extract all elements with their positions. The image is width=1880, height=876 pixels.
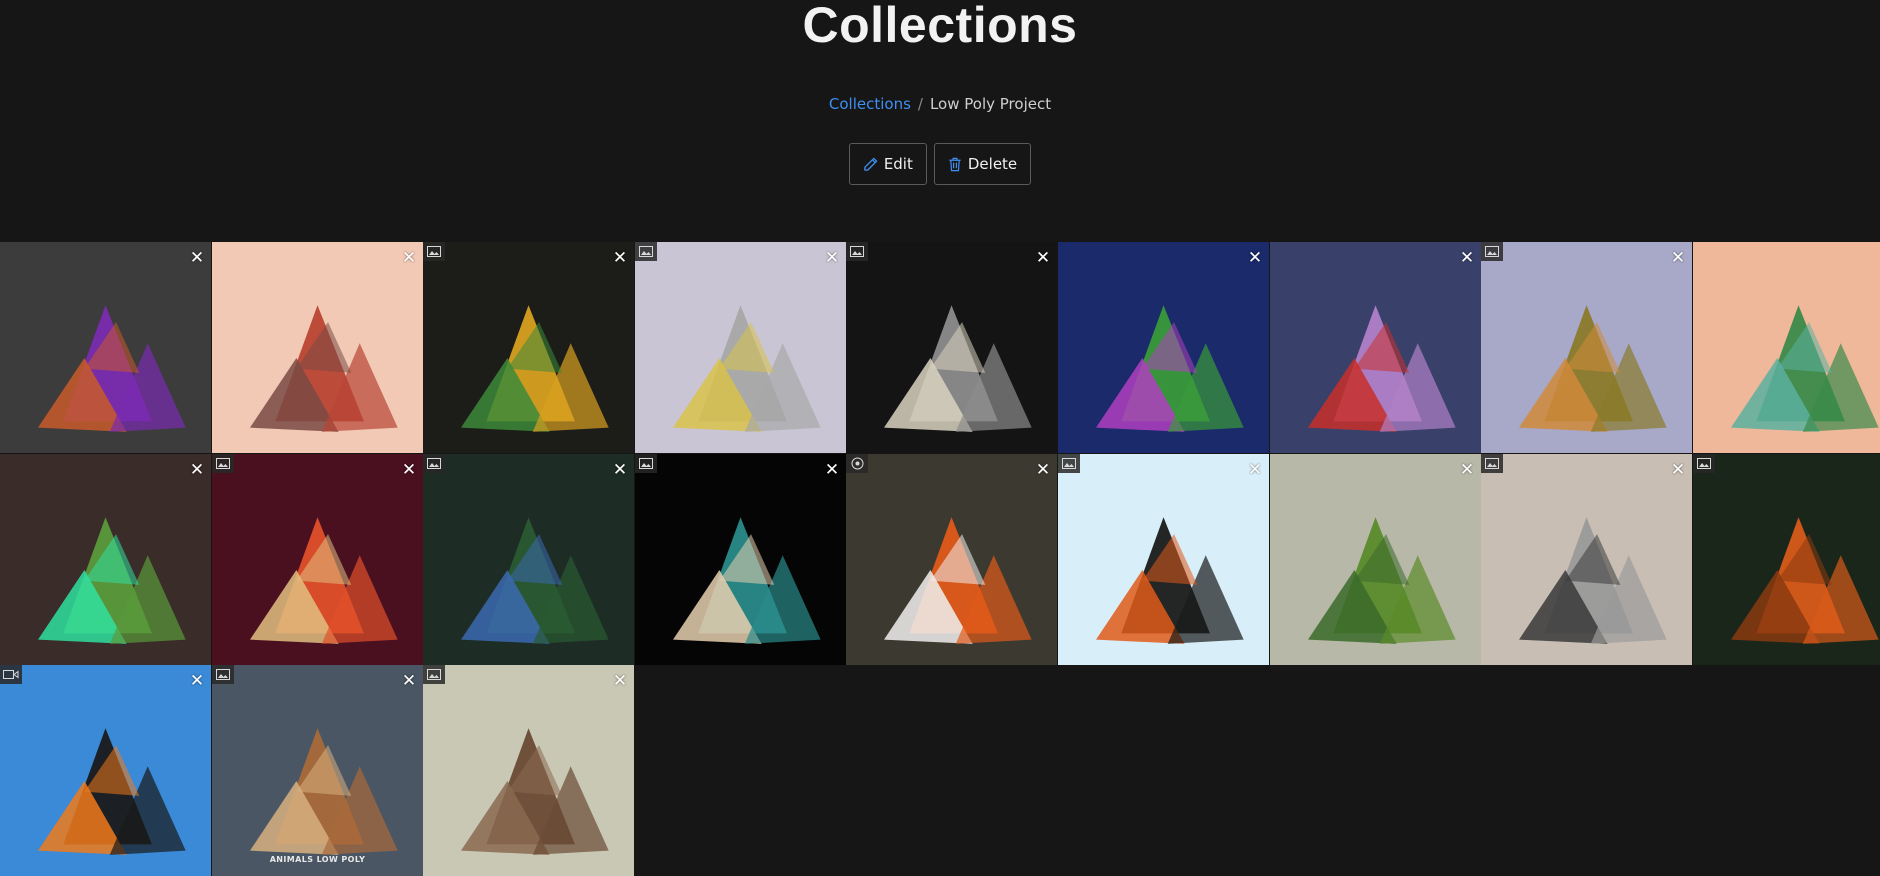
collection-item[interactable]: ✕ bbox=[0, 454, 211, 665]
image-icon bbox=[1481, 454, 1503, 473]
thumbnail-image bbox=[0, 665, 211, 876]
collection-item[interactable]: ✕ bbox=[846, 242, 1057, 453]
thumbnail-image bbox=[846, 242, 1057, 453]
collection-item[interactable]: ✕ bbox=[635, 454, 846, 665]
thumbnail-image bbox=[423, 242, 634, 453]
edit-button[interactable]: Edit bbox=[848, 143, 927, 185]
breadcrumb-current: Low Poly Project bbox=[929, 95, 1052, 113]
thumbnail-image bbox=[1058, 454, 1269, 665]
video-icon bbox=[0, 665, 22, 684]
thumbnail-image bbox=[1693, 242, 1880, 453]
collection-item[interactable]: ✕ bbox=[1058, 242, 1269, 453]
image-icon bbox=[423, 454, 445, 473]
delete-button-label: Delete bbox=[967, 155, 1018, 173]
collection-item[interactable]: ✕ bbox=[1693, 242, 1880, 453]
image-icon bbox=[1481, 242, 1503, 261]
trash-icon bbox=[948, 157, 962, 172]
thumbnail-image bbox=[423, 665, 634, 876]
image-icon bbox=[212, 454, 234, 473]
model-icon bbox=[846, 454, 868, 473]
close-icon[interactable]: ✕ bbox=[612, 250, 628, 267]
close-icon[interactable]: ✕ bbox=[189, 462, 205, 479]
image-icon bbox=[423, 665, 445, 684]
collection-item[interactable]: ✕ bbox=[212, 242, 423, 453]
collection-item[interactable]: ✕ bbox=[1481, 454, 1692, 665]
close-icon[interactable]: ✕ bbox=[1670, 462, 1686, 479]
image-icon bbox=[212, 665, 234, 684]
close-icon[interactable]: ✕ bbox=[612, 673, 628, 690]
collection-item[interactable]: ✕ bbox=[1270, 454, 1481, 665]
thumbnail-image bbox=[635, 454, 846, 665]
thumbnail-image bbox=[635, 242, 846, 453]
close-icon[interactable]: ✕ bbox=[1035, 462, 1051, 479]
delete-button[interactable]: Delete bbox=[933, 143, 1032, 185]
close-icon[interactable]: ✕ bbox=[824, 462, 840, 479]
thumbnail-image bbox=[1270, 242, 1481, 453]
close-icon[interactable]: ✕ bbox=[612, 462, 628, 479]
collection-item[interactable]: ✕ bbox=[635, 242, 846, 453]
image-icon bbox=[1058, 454, 1080, 473]
collection-item[interactable]: ✕ bbox=[423, 665, 634, 876]
thumbnail-image bbox=[1058, 242, 1269, 453]
close-icon[interactable]: ✕ bbox=[1247, 462, 1263, 479]
close-icon[interactable]: ✕ bbox=[401, 462, 417, 479]
thumbnail-image bbox=[1270, 454, 1481, 665]
thumbnail-image bbox=[212, 242, 423, 453]
thumbnail-image bbox=[1481, 242, 1692, 453]
tile-caption: ANIMALS LOW POLY bbox=[269, 855, 366, 864]
close-icon[interactable]: ✕ bbox=[1035, 250, 1051, 267]
close-icon[interactable]: ✕ bbox=[824, 250, 840, 267]
collection-item[interactable]: ✕ bbox=[0, 242, 211, 453]
edit-button-label: Edit bbox=[883, 155, 913, 173]
thumbnail-image bbox=[212, 665, 423, 876]
collection-item[interactable]: ✕ bbox=[1058, 454, 1269, 665]
collection-item[interactable]: ✕ bbox=[1270, 242, 1481, 453]
collection-item[interactable]: ✕ bbox=[212, 454, 423, 665]
close-icon[interactable]: ✕ bbox=[1247, 250, 1263, 267]
collection-item[interactable]: ✕ bbox=[846, 454, 1057, 665]
collection-item[interactable]: ✕ bbox=[0, 665, 211, 876]
thumbnail-image bbox=[1693, 454, 1880, 665]
breadcrumb-separator: / bbox=[917, 95, 923, 113]
thumbnail-image bbox=[212, 454, 423, 665]
collection-item[interactable]: ✕ bbox=[1481, 242, 1692, 453]
collection-item[interactable]: ✕ bbox=[1693, 454, 1880, 665]
image-icon bbox=[423, 242, 445, 261]
image-icon bbox=[635, 454, 657, 473]
close-icon[interactable]: ✕ bbox=[401, 250, 417, 267]
pencil-icon bbox=[863, 157, 878, 172]
collection-item[interactable]: ✕ bbox=[423, 242, 634, 453]
page-title: Collections bbox=[802, 0, 1078, 53]
image-icon bbox=[846, 242, 868, 261]
close-icon[interactable]: ✕ bbox=[1670, 250, 1686, 267]
close-icon[interactable]: ✕ bbox=[189, 673, 205, 690]
thumbnail-image bbox=[846, 454, 1057, 665]
thumbnail-image bbox=[0, 454, 211, 665]
collection-actions: Edit Delete bbox=[0, 143, 1880, 185]
collection-item[interactable]: ✕ bbox=[423, 454, 634, 665]
close-icon[interactable]: ✕ bbox=[1459, 250, 1475, 267]
thumbnail-image bbox=[0, 242, 211, 453]
close-icon[interactable]: ✕ bbox=[189, 250, 205, 267]
breadcrumb: Collections / Low Poly Project bbox=[0, 95, 1880, 113]
thumbnail-image bbox=[423, 454, 634, 665]
thumbnail-image bbox=[1481, 454, 1692, 665]
close-icon[interactable]: ✕ bbox=[1459, 462, 1475, 479]
breadcrumb-collections-link[interactable]: Collections bbox=[829, 95, 911, 113]
collection-item[interactable]: ✕ ANIMALS LOW POLY bbox=[212, 665, 423, 876]
image-icon bbox=[1693, 454, 1715, 473]
image-icon bbox=[635, 242, 657, 261]
close-icon[interactable]: ✕ bbox=[401, 673, 417, 690]
